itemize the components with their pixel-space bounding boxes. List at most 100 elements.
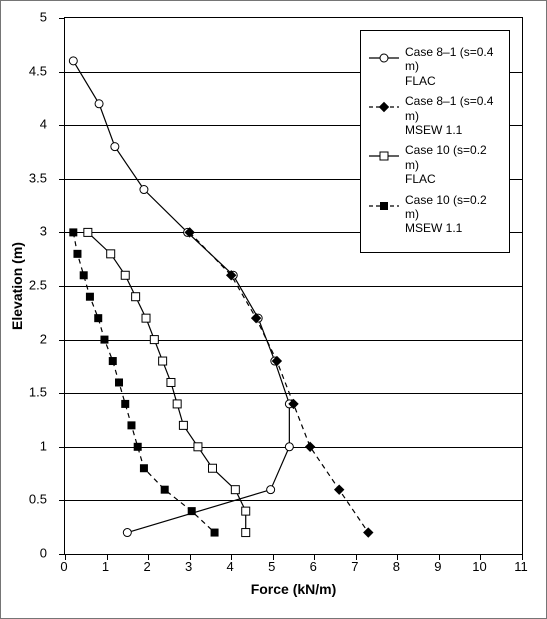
series-marker <box>107 250 115 258</box>
legend-swatch <box>367 193 401 219</box>
x-axis-tick-labels: 01234567891011 <box>64 559 523 575</box>
x-tick-label: 3 <box>185 559 192 574</box>
series-marker <box>173 400 181 408</box>
y-tick-label: 2.5 <box>29 278 47 293</box>
legend-label-line1: Case 10 (s=0.2 m) <box>405 143 503 172</box>
series-marker <box>142 314 150 322</box>
series-marker <box>380 54 388 62</box>
series-marker <box>132 293 140 301</box>
series-marker <box>211 529 218 536</box>
series-marker <box>80 272 87 279</box>
series-marker <box>111 143 119 151</box>
series-marker <box>159 357 167 365</box>
x-tick-label: 2 <box>143 559 150 574</box>
series-marker <box>380 152 388 160</box>
series-marker <box>150 336 158 344</box>
x-tick-label: 10 <box>472 559 486 574</box>
legend-swatch-svg <box>367 94 401 120</box>
series-marker <box>335 485 344 494</box>
series-marker <box>86 293 93 300</box>
legend-label-line2: MSEW 1.1 <box>405 221 503 235</box>
y-tick-label: 1 <box>40 438 47 453</box>
series-marker <box>109 358 116 365</box>
series-marker <box>121 271 129 279</box>
series-marker <box>140 186 148 194</box>
tick-y <box>59 125 65 126</box>
series-marker <box>188 508 195 515</box>
tick-y <box>59 286 65 287</box>
legend-swatch <box>367 94 401 120</box>
series-marker <box>101 336 108 343</box>
y-tick-label: 4.5 <box>29 63 47 78</box>
series-marker <box>267 486 275 494</box>
y-tick-label: 3.5 <box>29 170 47 185</box>
series-line <box>73 61 289 533</box>
tick-y <box>59 447 65 448</box>
x-tick-label: 11 <box>514 559 528 574</box>
series-marker <box>285 443 293 451</box>
legend: Case 8–1 (s=0.4 m)FLACCase 8–1 (s=0.4 m)… <box>360 30 510 253</box>
legend-label-line2: MSEW 1.1 <box>405 123 503 137</box>
series-marker <box>306 442 315 451</box>
x-tick-label: 6 <box>310 559 317 574</box>
series-marker <box>161 486 168 493</box>
series-marker <box>84 228 92 236</box>
legend-entry: Case 10 (s=0.2 m)MSEW 1.1 <box>367 193 503 236</box>
legend-label-line2: FLAC <box>405 172 503 186</box>
x-tick-label: 1 <box>102 559 109 574</box>
series-marker <box>380 103 389 112</box>
y-tick-label: 5 <box>40 10 47 25</box>
series-marker <box>194 443 202 451</box>
legend-entry: Case 8–1 (s=0.4 m)MSEW 1.1 <box>367 94 503 137</box>
legend-entry: Case 8–1 (s=0.4 m)FLAC <box>367 45 503 88</box>
y-tick-label: 0 <box>40 546 47 561</box>
series-marker <box>167 378 175 386</box>
x-tick-label: 0 <box>60 559 67 574</box>
y-tick-label: 2 <box>40 331 47 346</box>
legend-label-line1: Case 8–1 (s=0.4 m) <box>405 94 503 123</box>
series-marker <box>123 529 131 537</box>
tick-y <box>59 18 65 19</box>
tick-y <box>59 179 65 180</box>
legend-swatch-svg <box>367 193 401 219</box>
y-tick-label: 0.5 <box>29 492 47 507</box>
x-tick-label: 7 <box>351 559 358 574</box>
tick-y <box>59 393 65 394</box>
series-marker <box>128 422 135 429</box>
legend-label-line2: FLAC <box>405 74 503 88</box>
plot-area: Case 8–1 (s=0.4 m)FLACCase 8–1 (s=0.4 m)… <box>64 17 523 555</box>
y-axis-tick-labels: 00.511.522.533.544.55 <box>1 17 59 555</box>
tick-y <box>59 500 65 501</box>
series-marker <box>140 465 147 472</box>
chart-container: Elevation (m) 00.511.522.533.544.55 Case… <box>0 0 547 619</box>
legend-label: Case 10 (s=0.2 m)FLAC <box>405 143 503 186</box>
x-axis-label: Force (kN/m) <box>64 581 523 597</box>
series-marker <box>242 529 250 537</box>
legend-label: Case 10 (s=0.2 m)MSEW 1.1 <box>405 193 503 236</box>
legend-swatch <box>367 45 401 71</box>
series-marker <box>231 486 239 494</box>
legend-entry: Case 10 (s=0.2 m)FLAC <box>367 143 503 186</box>
series-marker <box>69 57 77 65</box>
x-tick-label: 5 <box>268 559 275 574</box>
series-marker <box>70 229 77 236</box>
x-axis-label-text: Force (kN/m) <box>251 581 337 597</box>
tick-y <box>59 72 65 73</box>
legend-swatch <box>367 143 401 169</box>
series-marker <box>122 400 129 407</box>
series-marker <box>74 250 81 257</box>
y-tick-label: 1.5 <box>29 385 47 400</box>
x-tick-label: 9 <box>434 559 441 574</box>
series-marker <box>95 315 102 322</box>
series-marker <box>134 443 141 450</box>
series-marker <box>208 464 216 472</box>
tick-y <box>59 340 65 341</box>
legend-swatch-svg <box>367 143 401 169</box>
legend-label: Case 8–1 (s=0.4 m)MSEW 1.1 <box>405 94 503 137</box>
series-marker <box>95 100 103 108</box>
series-marker <box>381 202 388 209</box>
legend-label-line1: Case 10 (s=0.2 m) <box>405 193 503 222</box>
legend-label: Case 8–1 (s=0.4 m)FLAC <box>405 45 503 88</box>
y-tick-label: 3 <box>40 224 47 239</box>
x-tick-label: 4 <box>227 559 234 574</box>
